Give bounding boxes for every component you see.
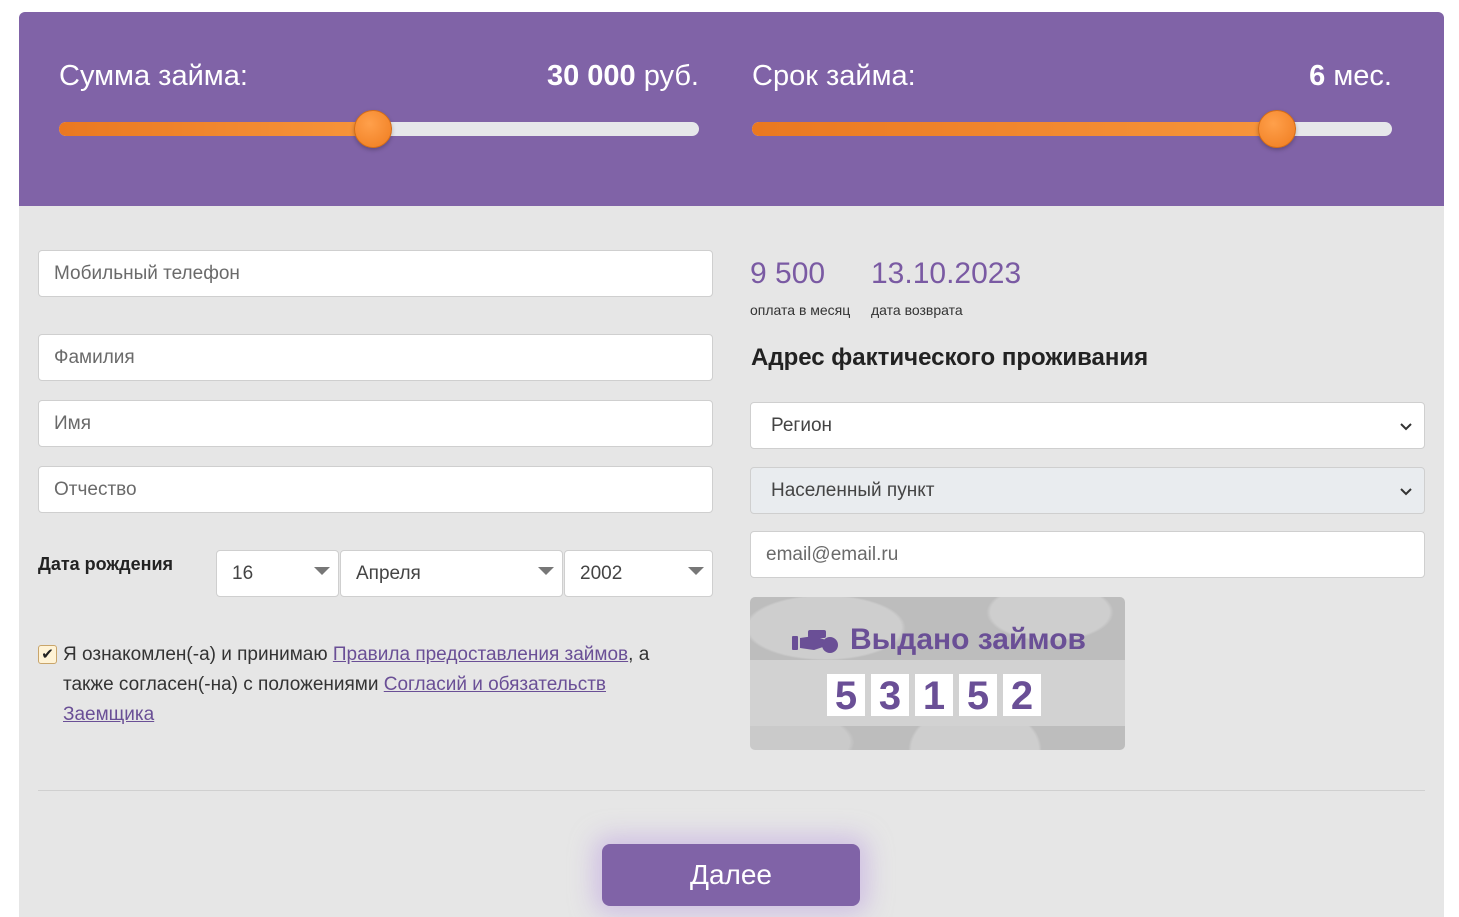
locality-select[interactable]: Населенный пункт xyxy=(750,467,1425,514)
counter-digit: 5 xyxy=(959,674,997,718)
chevron-down-icon xyxy=(1400,423,1412,431)
patronymic-input[interactable] xyxy=(38,466,713,513)
term-slider-track[interactable] xyxy=(752,110,1392,148)
dob-month-select[interactable]: Апреля xyxy=(340,550,563,597)
counter-digit: 2 xyxy=(1003,674,1041,718)
counter-digit: 1 xyxy=(915,674,953,718)
loan-calculator-header: Сумма займа: 30 000 руб. Срок займа: 6 м… xyxy=(19,12,1444,206)
monthly-payment-value: 9 500 xyxy=(750,257,826,290)
dob-day-value: 16 xyxy=(232,563,254,584)
dob-day-select[interactable]: 16 xyxy=(216,550,339,597)
counter-title: Выдано займов xyxy=(850,623,1087,656)
term-slider-fill xyxy=(752,122,1277,136)
loan-rules-link[interactable]: Правила предоставления займов xyxy=(333,644,628,665)
counter-digits: 5 3 1 5 2 xyxy=(827,674,1041,718)
amount-slider-fill xyxy=(59,122,373,136)
region-select[interactable]: Регион xyxy=(750,402,1425,449)
email-input[interactable] xyxy=(750,531,1425,578)
amount-value: 30 000 руб. xyxy=(546,60,699,92)
return-date-caption: дата возврата xyxy=(871,302,963,318)
caret-down-icon xyxy=(538,567,554,575)
amount-label: Сумма займа: xyxy=(59,60,248,92)
loan-application-card: Сумма займа: 30 000 руб. Срок займа: 6 м… xyxy=(19,12,1444,917)
term-value: 6 мес. xyxy=(1309,60,1392,92)
name-input[interactable] xyxy=(38,400,713,447)
term-label: Срок займа: xyxy=(752,60,916,92)
term-slider-block: Срок займа: 6 мес. xyxy=(752,12,1392,206)
dob-year-select[interactable]: 2002 xyxy=(564,550,713,597)
caret-down-icon xyxy=(314,567,330,575)
locality-value: Населенный пункт xyxy=(771,480,935,501)
counter-digit: 3 xyxy=(871,674,909,718)
caret-down-icon xyxy=(688,567,704,575)
dob-month-value: Апреля xyxy=(356,563,421,584)
loans-issued-counter: Выдано займов 5 3 1 5 2 xyxy=(750,597,1125,750)
monthly-payment-caption: оплата в месяц xyxy=(750,302,851,318)
address-title: Адрес фактического проживания xyxy=(751,344,1149,371)
agreement-checkbox[interactable]: ✔ xyxy=(38,645,57,664)
dob-year-value: 2002 xyxy=(580,563,623,584)
amount-slider-track[interactable] xyxy=(59,110,699,148)
chevron-down-icon xyxy=(1400,488,1412,496)
return-date-value: 13.10.2023 xyxy=(871,257,1022,290)
counter-digit: 5 xyxy=(827,674,865,718)
next-button[interactable]: Далее xyxy=(602,844,860,906)
agreement-text: Я ознакомлен(-а) и принимаю Правила пред… xyxy=(63,644,650,725)
surname-input[interactable] xyxy=(38,334,713,381)
amount-slider-handle[interactable] xyxy=(353,110,392,148)
dob-label: Дата рождения xyxy=(38,554,174,574)
region-value: Регион xyxy=(771,415,833,436)
checkmark-icon: ✔ xyxy=(41,646,54,663)
term-slider-handle[interactable] xyxy=(1257,110,1296,148)
amount-slider-block: Сумма займа: 30 000 руб. xyxy=(59,12,699,206)
agreement-block: ✔ Я ознакомлен(-а) и принимаю Правила пр… xyxy=(38,640,698,730)
phone-input[interactable] xyxy=(38,250,713,297)
form-divider xyxy=(38,790,1425,791)
